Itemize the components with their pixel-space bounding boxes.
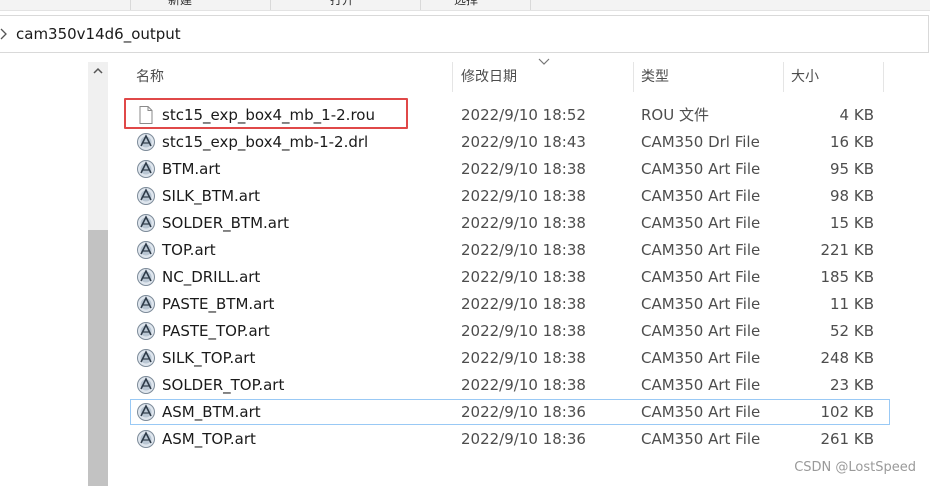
column-header-type[interactable]: 类型 xyxy=(641,62,669,92)
file-date: 2022/9/10 18:43 xyxy=(461,133,586,151)
file-row[interactable]: NC_DRILL.art 2022/9/10 18:38 CAM350 Art Fi… xyxy=(130,264,890,290)
file-size: 4 KB xyxy=(839,106,874,124)
ribbon-select-label[interactable]: 选择 xyxy=(454,0,478,8)
column-header-name[interactable]: 名称 xyxy=(136,62,164,92)
file-name: TOP.art xyxy=(162,241,216,259)
file-type: CAM350 Art File xyxy=(641,349,761,367)
ribbon-segment xyxy=(0,0,131,10)
file-date: 2022/9/10 18:36 xyxy=(461,403,586,421)
file-size: 95 KB xyxy=(830,160,874,178)
file-date: 2022/9/10 18:38 xyxy=(461,295,586,313)
column-divider[interactable] xyxy=(783,62,784,92)
column-divider[interactable] xyxy=(633,62,634,92)
file-row[interactable]: ASM_TOP.art 2022/9/10 18:36 CAM350 Art Fil… xyxy=(130,426,890,452)
file-type: CAM350 Art File xyxy=(641,241,761,259)
file-name: NC_DRILL.art xyxy=(162,268,261,286)
file-date: 2022/9/10 18:36 xyxy=(461,430,586,448)
file-row[interactable]: ASM_BTM.art 2022/9/10 18:36 CAM350 Art Fil… xyxy=(130,399,890,425)
file-type: CAM350 Art File xyxy=(641,187,761,205)
file-date: 2022/9/10 18:38 xyxy=(461,349,586,367)
ribbon-segment xyxy=(130,0,271,10)
file-type: CAM350 Art File xyxy=(641,295,761,313)
file-type: CAM350 Art File xyxy=(641,376,761,394)
file-type: CAM350 Drl File xyxy=(641,133,760,151)
file-type: CAM350 Art File xyxy=(641,403,761,421)
file-type: CAM350 Art File xyxy=(641,322,761,340)
file-row[interactable]: SOLDER_BTM.art 2022/9/10 18:38 CAM350 Art … xyxy=(130,210,890,236)
column-header-row: 名称 修改日期 类型 大小 xyxy=(130,58,890,92)
cam350-file-icon xyxy=(136,240,156,260)
cam350-file-icon xyxy=(136,159,156,179)
file-size: 98 KB xyxy=(830,187,874,205)
file-type: CAM350 Art File xyxy=(641,214,761,232)
column-header-date[interactable]: 修改日期 xyxy=(461,62,517,92)
cam350-file-icon xyxy=(136,429,156,449)
file-size: 23 KB xyxy=(830,376,874,394)
ribbon-new-label[interactable]: 新建 xyxy=(168,0,192,8)
file-row[interactable]: TOP.art 2022/9/10 18:38 CAM350 Art File 221… xyxy=(130,237,890,263)
file-type: ROU 文件 xyxy=(641,106,709,124)
cam350-file-icon xyxy=(136,267,156,287)
file-name: stc15_exp_box4_mb-1-2.drl xyxy=(162,133,369,151)
file-name: PASTE_BTM.art xyxy=(162,295,275,313)
cam350-file-icon xyxy=(136,402,156,422)
cam350-file-icon xyxy=(136,186,156,206)
file-row[interactable]: stc15_exp_box4_mb-1-2.drl 2022/9/10 18:43… xyxy=(130,129,890,155)
cam350-file-icon xyxy=(136,213,156,233)
file-row[interactable]: SOLDER_TOP.art 2022/9/10 18:38 CAM350 Art … xyxy=(130,372,890,398)
file-date: 2022/9/10 18:52 xyxy=(461,106,586,124)
nav-scrollbar-thumb[interactable] xyxy=(88,230,108,486)
column-divider[interactable] xyxy=(883,62,884,92)
ribbon-open-label[interactable]: 打开 xyxy=(330,0,354,8)
file-size: 248 KB xyxy=(820,349,874,367)
file-name: SILK_TOP.art xyxy=(162,349,256,367)
file-date: 2022/9/10 18:38 xyxy=(461,268,586,286)
cam350-file-icon xyxy=(136,321,156,341)
watermark: CSDN @LostSpeed xyxy=(794,460,916,475)
ribbon-chevron: ^ xyxy=(4,0,14,5)
file-name: ASM_TOP.art xyxy=(162,430,256,448)
file-date: 2022/9/10 18:38 xyxy=(461,376,586,394)
file-date: 2022/9/10 18:38 xyxy=(461,322,586,340)
file-row[interactable]: PASTE_TOP.art 2022/9/10 18:38 CAM350 Art F… xyxy=(130,318,890,344)
file-type: CAM350 Art File xyxy=(641,160,761,178)
file-size: 261 KB xyxy=(820,430,874,448)
column-header-size[interactable]: 大小 xyxy=(791,62,819,92)
file-type: CAM350 Art File xyxy=(641,430,761,448)
cam350-file-icon xyxy=(136,348,156,368)
file-row[interactable]: BTM.art 2022/9/10 18:38 CAM350 Art File 95 … xyxy=(130,156,890,182)
highlight-box xyxy=(124,98,408,129)
file-name: PASTE_TOP.art xyxy=(162,322,270,340)
file-name: SOLDER_TOP.art xyxy=(162,376,285,394)
cam350-file-icon xyxy=(136,132,156,152)
file-row[interactable]: SILK_TOP.art 2022/9/10 18:38 CAM350 Art Fi… xyxy=(130,345,890,371)
scroll-up-arrow-icon[interactable] xyxy=(92,66,104,76)
address-bar[interactable]: cam350v14d6_output xyxy=(0,15,929,53)
file-size: 52 KB xyxy=(830,322,874,340)
cam350-file-icon xyxy=(136,294,156,314)
file-date: 2022/9/10 18:38 xyxy=(461,160,586,178)
file-name: ASM_BTM.art xyxy=(162,403,261,421)
file-date: 2022/9/10 18:38 xyxy=(461,214,586,232)
address-path[interactable]: cam350v14d6_output xyxy=(16,25,181,43)
chevron-right-icon[interactable] xyxy=(0,26,10,42)
sort-descending-icon xyxy=(538,58,550,65)
file-name: SILK_BTM.art xyxy=(162,187,261,205)
file-date: 2022/9/10 18:38 xyxy=(461,241,586,259)
ribbon-strip: ^ 新建 打开 选择 xyxy=(0,0,930,11)
file-size: 15 KB xyxy=(830,214,874,232)
file-size: 11 KB xyxy=(830,295,874,313)
file-row[interactable]: SILK_BTM.art 2022/9/10 18:38 CAM350 Art Fi… xyxy=(130,183,890,209)
file-row[interactable]: PASTE_BTM.art 2022/9/10 18:38 CAM350 Art F… xyxy=(130,291,890,317)
file-name: BTM.art xyxy=(162,160,221,178)
file-type: CAM350 Art File xyxy=(641,268,761,286)
file-size: 185 KB xyxy=(820,268,874,286)
file-size: 221 KB xyxy=(820,241,874,259)
file-date: 2022/9/10 18:38 xyxy=(461,187,586,205)
column-divider[interactable] xyxy=(452,62,453,92)
file-size: 102 KB xyxy=(820,403,874,421)
file-size: 16 KB xyxy=(830,133,874,151)
file-name: SOLDER_BTM.art xyxy=(162,214,290,232)
cam350-file-icon xyxy=(136,375,156,395)
